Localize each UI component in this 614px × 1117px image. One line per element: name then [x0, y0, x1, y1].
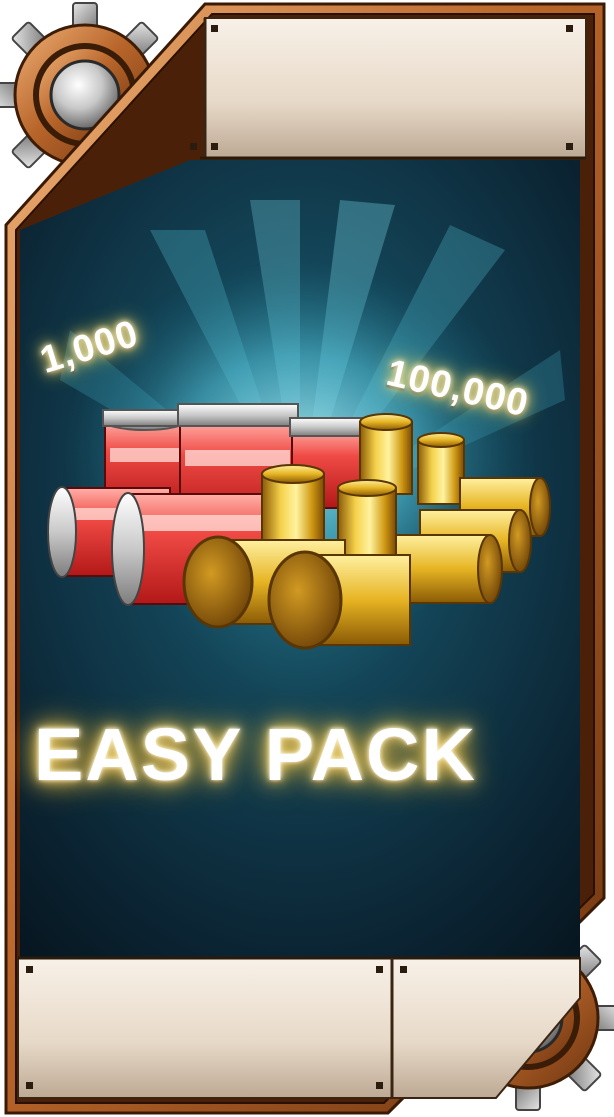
pack-title: EASY PACK — [34, 713, 477, 796]
bottom-plate — [17, 956, 581, 1099]
pack-card-art — [0, 2, 614, 1115]
pack-card[interactable]: 1,000 100,000 EASY PACK — [0, 0, 614, 1117]
top-plate — [190, 17, 587, 160]
